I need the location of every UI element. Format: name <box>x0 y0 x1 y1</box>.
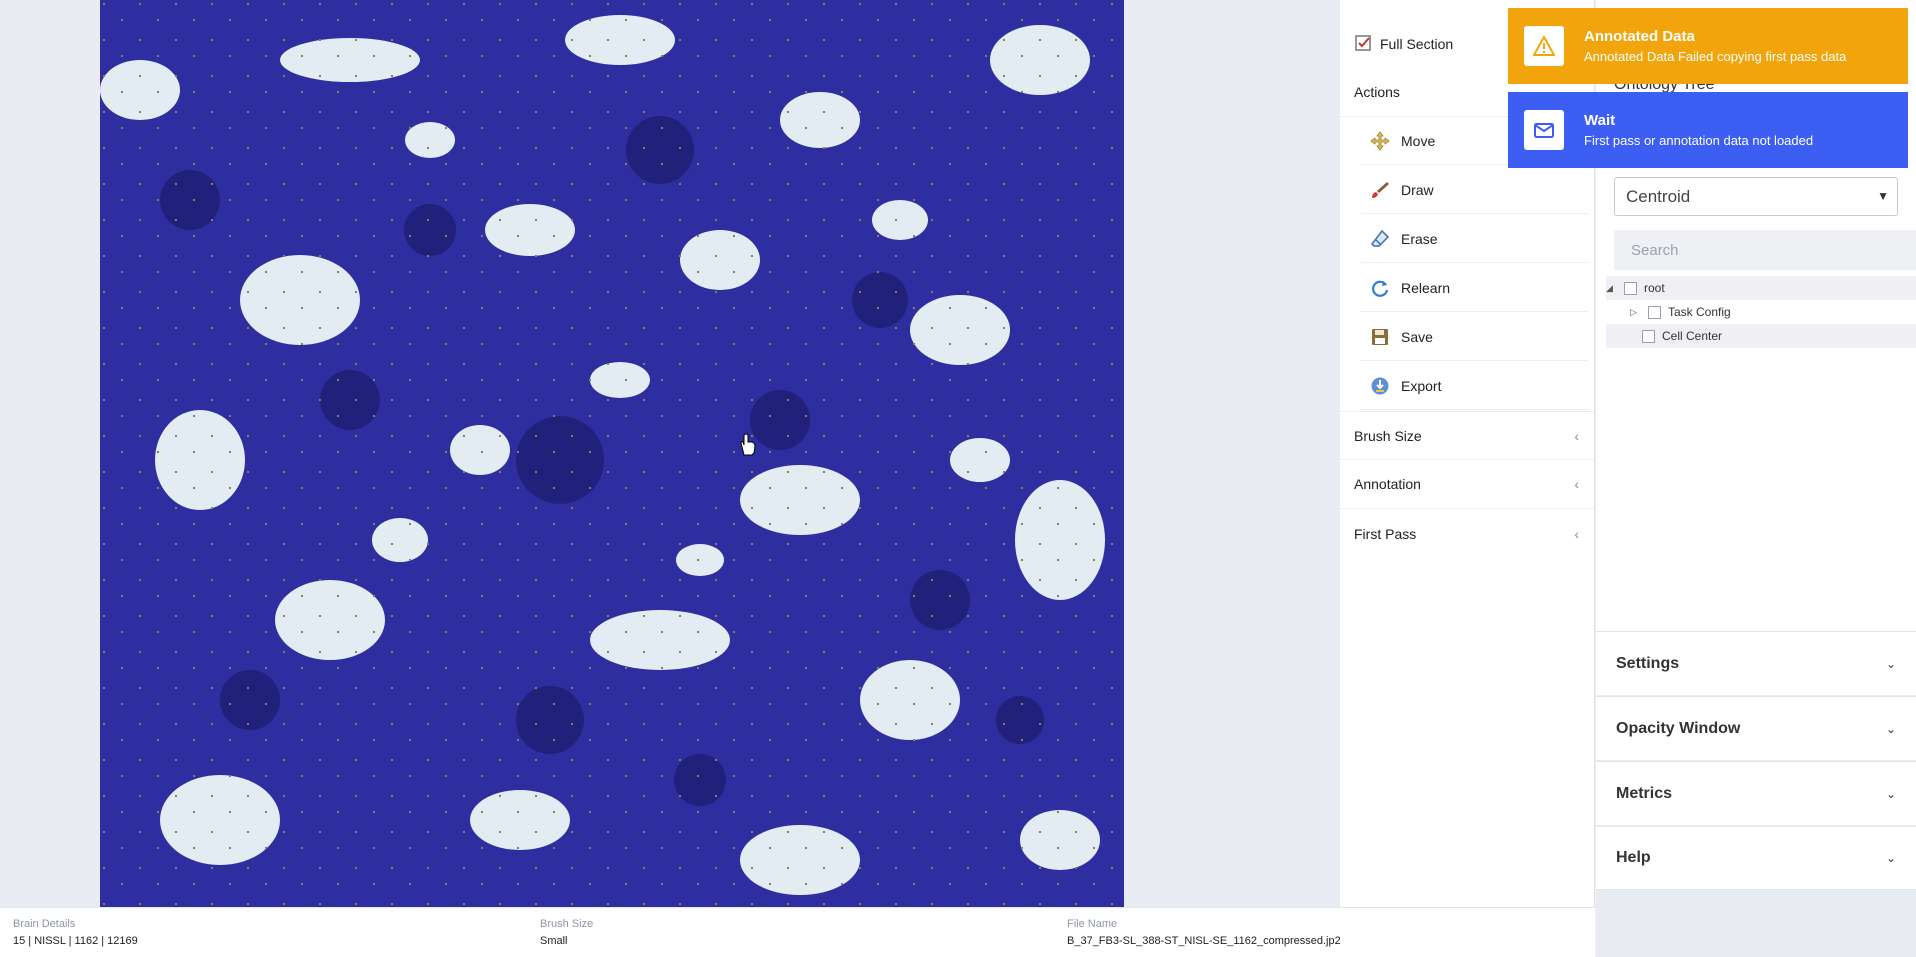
settings-accordion[interactable]: Settings ⌄ <box>1596 631 1916 695</box>
tree-node-label: Cell Center <box>1662 329 1723 343</box>
select-value: Centroid <box>1626 186 1691 206</box>
search-placeholder: Search <box>1631 241 1679 259</box>
full-section-icon <box>1354 34 1374 54</box>
first-pass-label: First Pass <box>1354 525 1417 542</box>
export-label: Export <box>1401 377 1442 394</box>
brush-size-status-value: Small <box>540 935 568 947</box>
draw-label: Draw <box>1401 181 1434 198</box>
save-button[interactable]: Save <box>1361 313 1588 361</box>
help-label: Help <box>1616 849 1651 866</box>
file-name-status: File Name B_37_FB3-SL_388-ST_NISL-SE_116… <box>1067 918 1341 947</box>
chevron-down-icon: ⌄ <box>1885 851 1896 865</box>
relearn-label: Relearn <box>1401 279 1451 296</box>
warning-icon <box>1524 26 1564 66</box>
move-icon <box>1369 130 1391 152</box>
brush-size-status-label: Brush Size <box>540 918 594 930</box>
annotation-label: Annotation <box>1354 476 1421 492</box>
erase-label: Erase <box>1401 230 1438 247</box>
annotation-type-select[interactable]: Centroid ▼ <box>1614 177 1898 216</box>
chevron-down-icon: ⌄ <box>1885 656 1896 671</box>
settings-label: Settings <box>1616 654 1680 672</box>
relearn-button[interactable]: Relearn <box>1361 264 1588 312</box>
image-viewer[interactable] <box>0 0 1340 907</box>
checkbox[interactable] <box>1648 305 1661 319</box>
eraser-icon <box>1369 228 1391 250</box>
move-label: Move <box>1401 132 1436 149</box>
brush-size-status: Brush Size Small <box>540 918 593 947</box>
toast-message: Annotated Data Failed copying first pass… <box>1584 49 1847 64</box>
nissl-stain-image <box>100 0 1124 907</box>
save-label: Save <box>1401 328 1433 345</box>
floppy-icon <box>1369 326 1391 348</box>
export-button[interactable]: Export <box>1361 362 1588 410</box>
actions-label: Actions <box>1354 84 1400 100</box>
toast-title: Wait <box>1584 112 1616 129</box>
file-name-label: File Name <box>1067 918 1118 930</box>
chevron-down-icon: ▼ <box>1877 189 1889 203</box>
expand-toggle-icon[interactable]: ◢ <box>1606 283 1618 294</box>
help-accordion[interactable]: Help ⌄ <box>1596 826 1916 890</box>
brush-size-label: Brush Size <box>1354 427 1422 444</box>
first-pass-section[interactable]: First Pass ‹ <box>1340 509 1595 558</box>
chevron-left-icon: ‹ <box>1574 427 1579 444</box>
checkbox[interactable] <box>1624 281 1637 295</box>
full-section-label: Full Section <box>1380 36 1454 52</box>
erase-button[interactable]: Erase <box>1361 215 1588 263</box>
toast-message: First pass or annotation data not loaded <box>1584 133 1814 148</box>
ontology-search-input[interactable]: Search <box>1614 230 1916 270</box>
mail-icon <box>1524 110 1564 150</box>
hand-cursor-icon <box>740 433 756 456</box>
metrics-accordion[interactable]: Metrics ⌄ <box>1596 761 1916 825</box>
brain-details-label: Brain Details <box>13 918 76 930</box>
checkbox[interactable] <box>1642 329 1655 343</box>
metrics-label: Metrics <box>1616 784 1673 802</box>
draw-button[interactable]: Draw <box>1361 166 1588 214</box>
tree-node-cell-center[interactable]: Cell Center <box>1606 324 1916 348</box>
brain-details: Brain Details 15 | NISSL | 1162 | 12169 <box>13 918 138 947</box>
refresh-icon <box>1369 277 1391 299</box>
opacity-window-label: Opacity Window <box>1616 719 1741 737</box>
info-toast[interactable]: Wait First pass or annotation data not l… <box>1508 92 1908 168</box>
brush-icon <box>1369 179 1391 201</box>
brain-details-value: 15 | NISSL | 1162 | 12169 <box>13 935 138 947</box>
tree-node-root[interactable]: ◢ root <box>1606 276 1916 300</box>
chevron-left-icon: ‹ <box>1574 476 1579 492</box>
collapse-toggle-icon[interactable]: ▷ <box>1630 307 1642 318</box>
file-name-value: B_37_FB3-SL_388-ST_NISL-SE_1162_compress… <box>1067 935 1341 947</box>
chevron-left-icon: ‹ <box>1574 525 1579 542</box>
chevron-down-icon: ⌄ <box>1885 786 1896 801</box>
annotation-section[interactable]: Annotation ‹ <box>1340 460 1595 509</box>
toast-title: Annotated Data <box>1584 28 1695 45</box>
opacity-window-accordion[interactable]: Opacity Window ⌄ <box>1596 696 1916 760</box>
warning-toast[interactable]: Annotated Data Annotated Data Failed cop… <box>1508 8 1908 84</box>
status-bar: Brain Details 15 | NISSL | 1162 | 12169 … <box>0 907 1595 957</box>
tree-node-label: Task Config <box>1668 305 1731 319</box>
tissue-image[interactable] <box>100 0 1124 907</box>
brush-size-section[interactable]: Brush Size ‹ <box>1340 411 1595 460</box>
chevron-down-icon: ⌄ <box>1885 721 1896 736</box>
tree-node-label: root <box>1644 281 1665 295</box>
tree-node-task-config[interactable]: ▷ Task Config <box>1630 300 1916 324</box>
export-icon <box>1369 375 1391 397</box>
